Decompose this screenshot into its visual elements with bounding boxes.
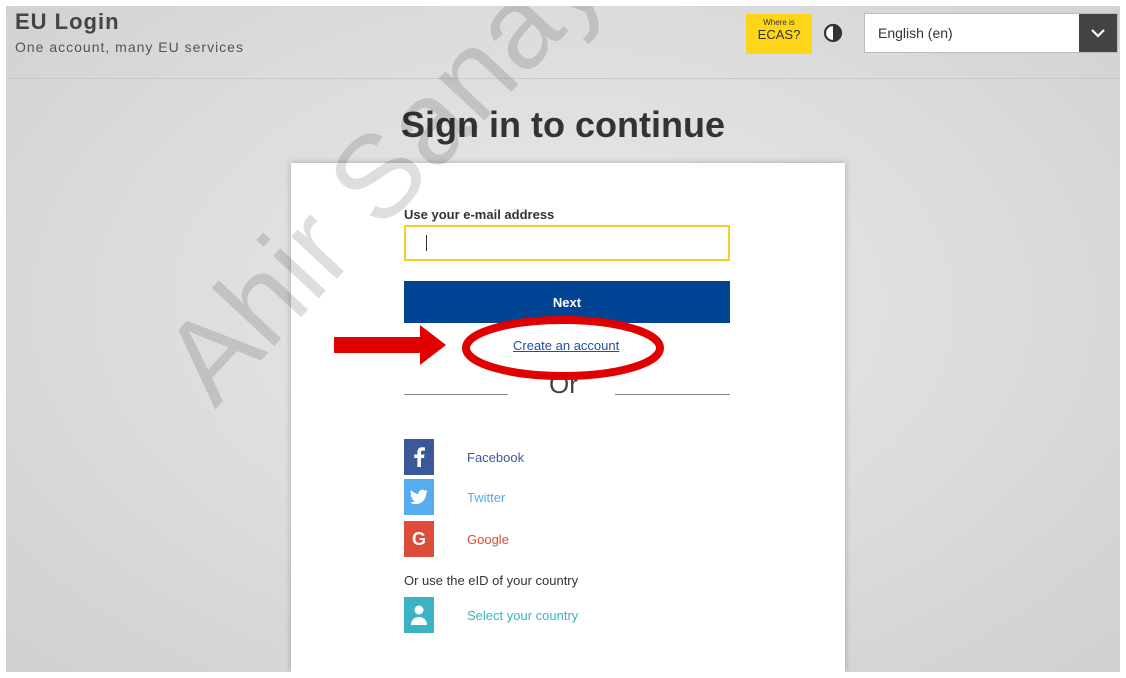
where-is-ecas-button[interactable]: Where is ECAS? — [746, 14, 812, 54]
divider-right — [615, 394, 730, 395]
page-background: EU Login One account, many EU services W… — [6, 6, 1120, 672]
ecas-bottom-text: ECAS? — [757, 27, 801, 42]
twitter-login-button[interactable]: Twitter — [404, 479, 704, 515]
google-label: Google — [467, 532, 509, 547]
facebook-login-button[interactable]: Facebook — [404, 439, 704, 475]
twitter-label: Twitter — [467, 490, 506, 505]
ecas-top-text: Where is — [763, 18, 795, 27]
email-label: Use your e-mail address — [404, 207, 555, 222]
eid-label: Or use the eID of your country — [404, 573, 579, 588]
header: EU Login One account, many EU services W… — [6, 6, 1120, 79]
app-title: EU Login — [15, 9, 120, 34]
facebook-icon — [404, 439, 434, 475]
app-tagline: One account, many EU services — [15, 39, 244, 55]
divider-left — [404, 394, 508, 395]
email-input[interactable] — [404, 225, 730, 261]
twitter-icon — [404, 479, 434, 515]
or-separator-text: Or — [549, 369, 578, 399]
next-button[interactable]: Next — [404, 281, 730, 323]
select-country-button[interactable]: Select your country — [404, 597, 704, 633]
facebook-label: Facebook — [467, 450, 525, 465]
chevron-down-icon[interactable] — [1079, 14, 1117, 52]
page-title: Sign in to continue — [401, 104, 725, 145]
create-account-link[interactable]: Create an account — [513, 338, 619, 353]
login-card: Use your e-mail address Next Create an a… — [291, 163, 845, 672]
google-login-button[interactable]: G Google — [404, 521, 704, 557]
contrast-toggle-icon[interactable] — [823, 23, 843, 43]
google-icon: G — [404, 521, 434, 557]
language-select[interactable]: English (en) — [864, 13, 1118, 53]
person-icon — [404, 597, 434, 633]
text-caret — [426, 235, 427, 251]
select-country-label: Select your country — [467, 608, 579, 623]
language-select-value: English (en) — [878, 25, 953, 41]
